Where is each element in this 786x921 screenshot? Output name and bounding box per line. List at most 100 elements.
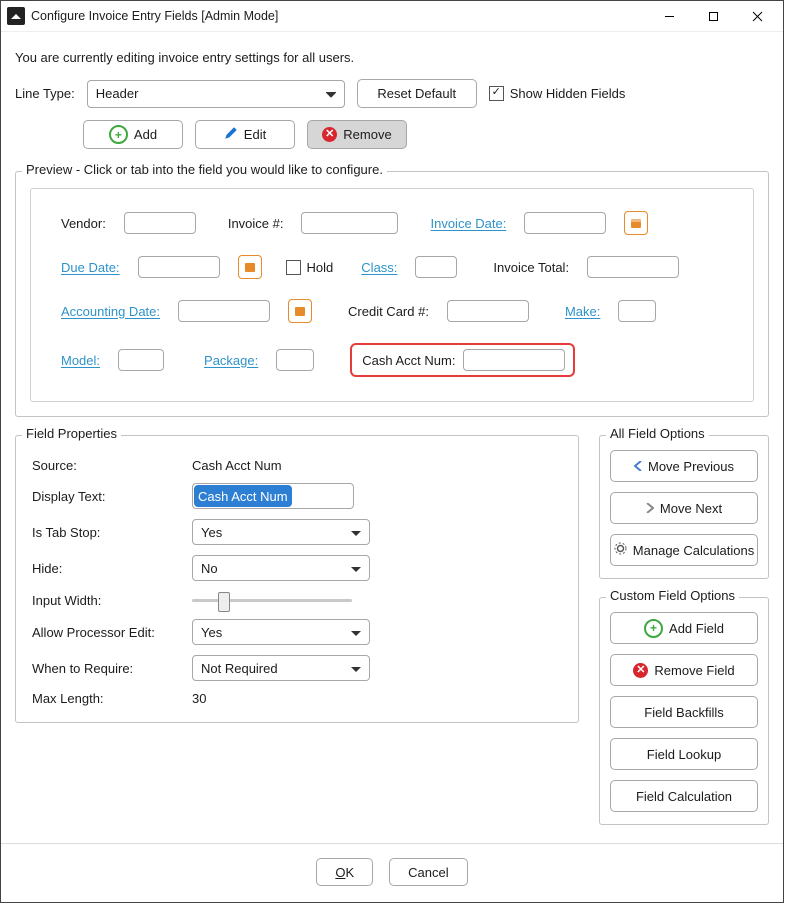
class-input[interactable] xyxy=(415,256,457,278)
when-to-require-dropdown[interactable]: Not Required xyxy=(192,655,370,681)
footer: OK Cancel xyxy=(1,844,783,902)
display-text-input[interactable]: Cash Acct Num xyxy=(192,483,354,509)
preview-fieldset: Preview - Click or tab into the field yo… xyxy=(15,171,769,417)
class-label[interactable]: Class: xyxy=(361,260,397,275)
side-column: All Field Options Move Previous Move Nex… xyxy=(599,435,769,825)
line-type-row: Line Type: Header Reset Default Show Hid… xyxy=(15,79,769,108)
credit-card-input[interactable] xyxy=(447,300,529,322)
invoice-date-calendar-button[interactable] xyxy=(624,211,648,235)
field-calculation-button[interactable]: Field Calculation xyxy=(610,780,758,812)
configure-invoice-fields-window: Configure Invoice Entry Fields [Admin Mo… xyxy=(0,0,784,903)
package-label[interactable]: Package: xyxy=(204,353,258,368)
reset-default-button[interactable]: Reset Default xyxy=(357,79,477,108)
pencil-icon xyxy=(224,126,238,143)
display-text-label: Display Text: xyxy=(32,489,192,504)
checkbox-icon xyxy=(286,260,301,275)
max-length-label: Max Length: xyxy=(32,691,192,706)
chevron-down-icon xyxy=(351,625,361,640)
window-title: Configure Invoice Entry Fields [Admin Mo… xyxy=(31,9,647,23)
line-type-label: Line Type: xyxy=(15,86,75,101)
close-button[interactable] xyxy=(735,1,779,31)
invoice-total-label: Invoice Total: xyxy=(493,260,569,275)
custom-field-options-fieldset: Custom Field Options + Add Field ✕ Remov… xyxy=(599,597,769,825)
ok-button[interactable]: OK xyxy=(316,858,373,886)
due-date-calendar-button[interactable] xyxy=(238,255,262,279)
invoice-num-input[interactable] xyxy=(301,212,398,234)
accounting-date-input[interactable] xyxy=(178,300,270,322)
input-width-label: Input Width: xyxy=(32,593,192,608)
cash-acct-num-label: Cash Acct Num: xyxy=(362,353,455,368)
vendor-input[interactable] xyxy=(124,212,196,234)
chevron-down-icon xyxy=(351,525,361,540)
hold-checkbox[interactable]: Hold xyxy=(286,260,334,275)
calendar-icon xyxy=(294,305,306,317)
slider-thumb[interactable] xyxy=(218,592,230,612)
source-label: Source: xyxy=(32,458,192,473)
line-type-dropdown[interactable]: Header xyxy=(87,80,345,108)
max-length-value: 30 xyxy=(192,691,382,706)
notice-text: You are currently editing invoice entry … xyxy=(15,50,769,65)
is-tab-stop-dropdown[interactable]: Yes xyxy=(192,519,370,545)
due-date-label[interactable]: Due Date: xyxy=(61,260,120,275)
x-icon: ✕ xyxy=(322,127,337,142)
preview-inner: Vendor: Invoice #: Invoice Date: Due Dat… xyxy=(30,188,754,402)
edit-button[interactable]: Edit xyxy=(195,120,295,149)
manage-calculations-button[interactable]: Manage Calculations xyxy=(610,534,758,566)
lower-section: Field Properties Source: Cash Acct Num D… xyxy=(15,435,769,825)
chevron-right-icon xyxy=(646,501,654,516)
model-label[interactable]: Model: xyxy=(61,353,100,368)
when-to-require-label: When to Require: xyxy=(32,661,192,676)
field-properties-fieldset: Field Properties Source: Cash Acct Num D… xyxy=(15,435,579,723)
allow-processor-edit-dropdown[interactable]: Yes xyxy=(192,619,370,645)
chevron-down-icon xyxy=(351,561,361,576)
slider-track xyxy=(192,599,352,602)
accounting-date-label[interactable]: Accounting Date: xyxy=(61,304,160,319)
show-hidden-fields-checkbox[interactable]: Show Hidden Fields xyxy=(489,86,626,101)
field-lookup-button[interactable]: Field Lookup xyxy=(610,738,758,770)
make-input[interactable] xyxy=(618,300,656,322)
cash-acct-num-input[interactable] xyxy=(463,349,565,371)
move-previous-button[interactable]: Move Previous xyxy=(610,450,758,482)
all-field-options-legend: All Field Options xyxy=(606,426,709,441)
custom-field-options-legend: Custom Field Options xyxy=(606,588,739,603)
invoice-num-label: Invoice #: xyxy=(228,216,284,231)
cash-acct-num-field-selected[interactable]: Cash Acct Num: xyxy=(350,343,575,377)
hide-label: Hide: xyxy=(32,561,192,576)
is-tab-stop-label: Is Tab Stop: xyxy=(32,525,192,540)
plus-icon: + xyxy=(109,125,128,144)
cancel-button[interactable]: Cancel xyxy=(389,858,467,886)
line-type-value: Header xyxy=(96,86,139,101)
make-label[interactable]: Make: xyxy=(565,304,600,319)
due-date-input[interactable] xyxy=(138,256,220,278)
hide-dropdown[interactable]: No xyxy=(192,555,370,581)
x-icon: ✕ xyxy=(633,663,648,678)
field-properties-legend: Field Properties xyxy=(22,426,121,441)
model-input[interactable] xyxy=(118,349,164,371)
vendor-label: Vendor: xyxy=(61,216,106,231)
invoice-total-input[interactable] xyxy=(587,256,679,278)
gear-icon xyxy=(614,542,627,558)
chevron-down-icon xyxy=(351,661,361,676)
package-input[interactable] xyxy=(276,349,314,371)
field-backfills-button[interactable]: Field Backfills xyxy=(610,696,758,728)
source-value: Cash Acct Num xyxy=(192,458,382,473)
add-button[interactable]: + Add xyxy=(83,120,183,149)
allow-processor-edit-label: Allow Processor Edit: xyxy=(32,625,192,640)
all-field-options-fieldset: All Field Options Move Previous Move Nex… xyxy=(599,435,769,579)
move-next-button[interactable]: Move Next xyxy=(610,492,758,524)
minimize-button[interactable] xyxy=(647,1,691,31)
calendar-icon xyxy=(244,261,256,273)
chevron-left-icon xyxy=(634,459,642,474)
plus-icon: + xyxy=(644,619,663,638)
preview-legend: Preview - Click or tab into the field yo… xyxy=(22,162,387,177)
calendar-icon xyxy=(630,217,642,229)
add-field-button[interactable]: + Add Field xyxy=(610,612,758,644)
accounting-date-calendar-button[interactable] xyxy=(288,299,312,323)
maximize-button[interactable] xyxy=(691,1,735,31)
input-width-slider[interactable] xyxy=(192,591,352,609)
invoice-date-label[interactable]: Invoice Date: xyxy=(430,216,506,231)
remove-button[interactable]: ✕ Remove xyxy=(307,120,407,149)
invoice-date-input[interactable] xyxy=(524,212,606,234)
app-icon xyxy=(7,7,25,25)
remove-field-button[interactable]: ✕ Remove Field xyxy=(610,654,758,686)
